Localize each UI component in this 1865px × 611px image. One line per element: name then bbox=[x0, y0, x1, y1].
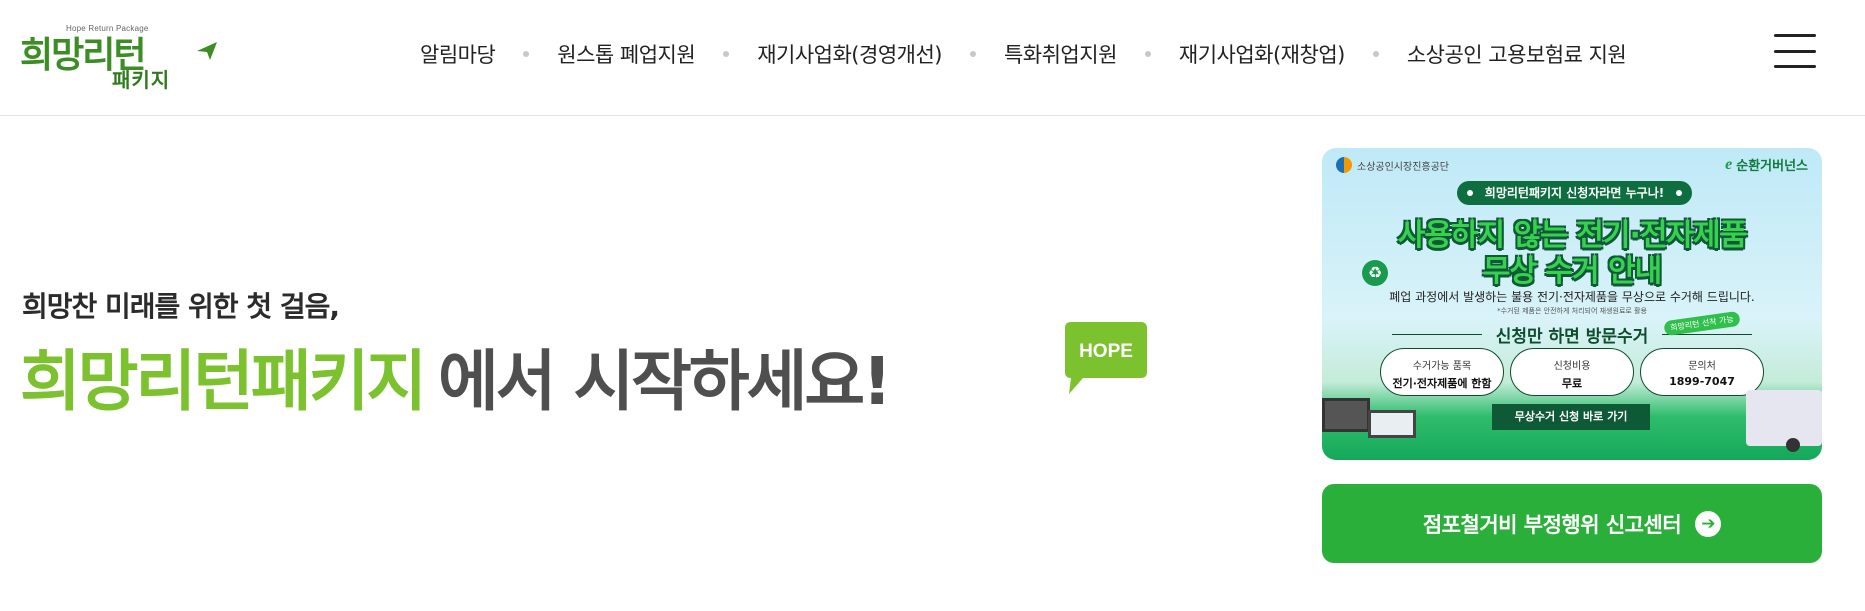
site-header: Hope Return Package 희망리턴 패키지 알림마당 원스톱 폐업… bbox=[0, 0, 1865, 116]
arrow-right-circle-icon: ➔ bbox=[1695, 510, 1722, 537]
site-logo[interactable]: Hope Return Package 희망리턴 패키지 bbox=[20, 16, 220, 92]
banner-org-right-text: 순환거버넌스 bbox=[1736, 159, 1808, 174]
nav-separator bbox=[969, 51, 976, 57]
main-nav: 알림마당 원스톱 폐업지원 재기사업화(경영개선) 특화취업지원 재기사업화(재… bbox=[420, 34, 1627, 74]
nav-item-insurance-support[interactable]: 소상공인 고용보험료 지원 bbox=[1407, 39, 1627, 69]
nav-item-restart-business[interactable]: 재기사업화(재창업) bbox=[1179, 39, 1345, 69]
hero-subtitle: 희망찬 미래를 위한 첫 걸음, bbox=[22, 290, 340, 323]
recycle-icon: ♻ bbox=[1362, 260, 1388, 286]
paper-plane-icon bbox=[197, 42, 217, 60]
hero-title-rest: 에서 시작하세요! bbox=[438, 343, 892, 420]
info-box-title: 문의처 bbox=[1688, 361, 1716, 372]
hero-title-brand: 희망리턴패키지 bbox=[20, 343, 427, 420]
info-box-cost: 신청비용 무료 bbox=[1510, 348, 1634, 396]
truck-illustration bbox=[1746, 390, 1822, 452]
info-box-value: 무료 bbox=[1561, 377, 1583, 390]
circulation-logo-icon: e bbox=[1725, 155, 1733, 173]
banner-note: *수거된 제품은 안전하게 처리되어 재생원료로 활용 bbox=[1497, 307, 1647, 315]
info-box-items: 수거가능 품목 전기·전자제품에 한함 bbox=[1380, 348, 1504, 396]
semas-logo-icon bbox=[1336, 157, 1352, 173]
info-box-title: 수거가능 품목 bbox=[1412, 361, 1472, 372]
logo-sub-text: 패키지 bbox=[112, 68, 171, 92]
hope-badge-text: HOPE bbox=[1079, 341, 1133, 362]
nav-item-onestop-closure[interactable]: 원스톱 폐업지원 bbox=[557, 39, 695, 69]
nav-separator bbox=[1372, 51, 1379, 57]
monitor-illustration bbox=[1322, 398, 1370, 432]
hero-title: 희망리턴패키지 에서 시작하세요! bbox=[20, 328, 892, 424]
nav-item-employment-support[interactable]: 특화취업지원 bbox=[1004, 39, 1117, 69]
banner-org-right: e 순환거버넌스 bbox=[1725, 155, 1808, 175]
banner-pill: 희망리턴패키지 신청자라면 누구나! bbox=[1457, 181, 1692, 205]
nav-item-business-improvement[interactable]: 재기사업화(경영개선) bbox=[757, 39, 942, 69]
nav-separator bbox=[523, 51, 530, 57]
nav-separator bbox=[723, 51, 730, 57]
hamburger-menu-icon[interactable] bbox=[1774, 34, 1816, 68]
free-collection-banner[interactable]: 소상공인시장진흥공단 e 순환거버넌스 희망리턴패키지 신청자라면 누구나! 사… bbox=[1322, 148, 1822, 460]
info-box-value: 1899-7047 bbox=[1669, 375, 1735, 388]
hope-speech-bubble-icon: HOPE bbox=[1065, 322, 1147, 394]
info-box-value: 전기·전자제품에 한함 bbox=[1392, 377, 1492, 390]
banner-headline-2: 무상 수거 안내 bbox=[1482, 254, 1663, 289]
banner-apply-line: 신청만 하면 방문수거 bbox=[1322, 322, 1822, 347]
report-center-label: 점포철거비 부정행위 신고센터 bbox=[1422, 512, 1682, 537]
nav-item-notice[interactable]: 알림마당 bbox=[420, 39, 496, 69]
report-center-button[interactable]: 점포철거비 부정행위 신고센터 ➔ bbox=[1322, 484, 1822, 563]
computer-illustration bbox=[1368, 410, 1416, 438]
info-box-contact: 문의처 1899-7047 bbox=[1640, 348, 1764, 396]
banner-org-left: 소상공인시장진흥공단 bbox=[1336, 157, 1449, 173]
nav-separator bbox=[1144, 51, 1151, 57]
banner-apply-button[interactable]: 무상수거 신청 바로 가기 bbox=[1492, 404, 1650, 430]
banner-description: 폐업 과정에서 발생하는 불용 전기·전자제품을 무상으로 수거해 드립니다. bbox=[1389, 290, 1755, 304]
info-box-title: 신청비용 bbox=[1553, 361, 1591, 372]
banner-org-left-text: 소상공인시장진흥공단 bbox=[1357, 161, 1449, 173]
